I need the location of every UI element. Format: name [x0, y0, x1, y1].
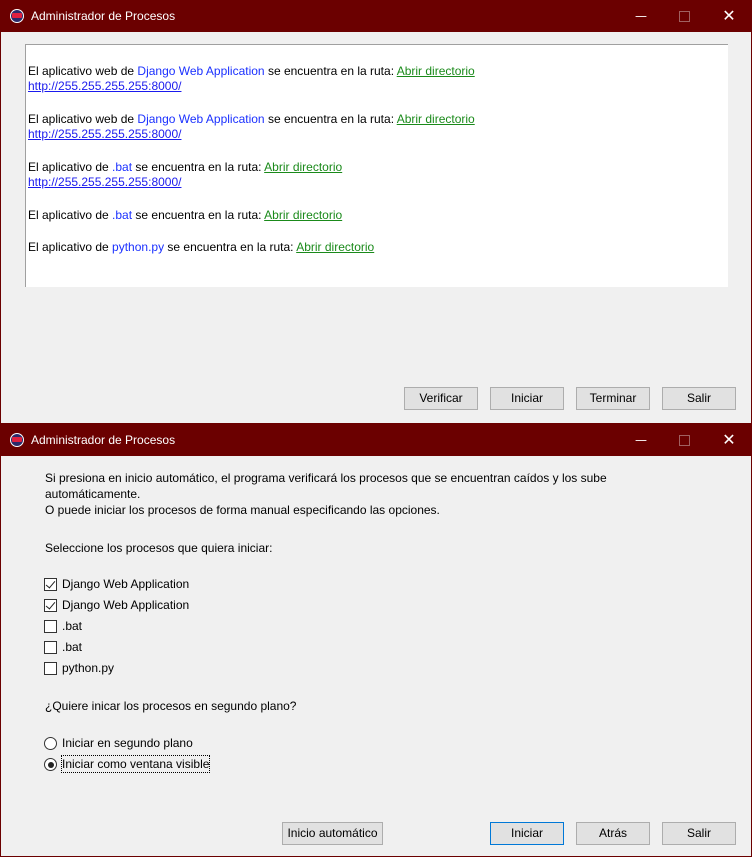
process-label: .bat — [62, 619, 83, 633]
log-text: se encuentra en la ruta: — [132, 208, 265, 222]
title-bar[interactable]: Administrador de Procesos — ✕ — [1, 424, 751, 456]
minimize-icon[interactable]: — — [618, 424, 664, 456]
url-link[interactable]: http://255.255.255.255:8000/ — [28, 79, 475, 94]
log-entry: El aplicativo web de Django Web Applicat… — [28, 112, 475, 142]
log-text: se encuentra en la ruta: — [264, 64, 397, 78]
app-logo-icon — [10, 9, 24, 23]
process-label: .bat — [62, 640, 83, 654]
radio-label: Iniciar como ventana visible — [60, 755, 211, 773]
open-directory-link[interactable]: Abrir directorio — [296, 240, 374, 254]
process-log-panel: El aplicativo web de Django Web Applicat… — [25, 44, 728, 287]
intro-text: automáticamente. — [45, 487, 141, 501]
app-name: .bat — [112, 208, 133, 222]
title-bar[interactable]: Administrador de Procesos — ✕ — [1, 0, 751, 32]
process-label: Django Web Application — [62, 598, 190, 612]
process-checkbox[interactable] — [44, 578, 57, 591]
intro-text: Si presiona en inicio automático, el pro… — [45, 471, 607, 485]
start-button[interactable]: Iniciar — [490, 822, 564, 845]
close-icon[interactable]: ✕ — [706, 0, 752, 32]
process-checkbox[interactable] — [44, 620, 57, 633]
app-name: Django Web Application — [137, 64, 265, 78]
background-question: ¿Quiere inicar los procesos en segundo p… — [45, 699, 297, 713]
open-directory-link[interactable]: Abrir directorio — [397, 112, 475, 126]
maximize-icon — [661, 0, 707, 32]
process-checkbox[interactable] — [44, 599, 57, 612]
window-title: Administrador de Procesos — [31, 433, 176, 447]
window-title: Administrador de Procesos — [31, 9, 176, 23]
log-text: se encuentra en la ruta: — [164, 240, 297, 254]
open-directory-link[interactable]: Abrir directorio — [264, 160, 342, 174]
background-radio[interactable] — [44, 737, 57, 750]
log-text: El aplicativo de — [28, 240, 113, 254]
app-logo-icon — [10, 433, 24, 447]
back-button[interactable]: Atrás — [576, 822, 650, 845]
log-text: se encuentra en la ruta: — [132, 160, 265, 174]
app-name: Django Web Application — [137, 112, 265, 126]
process-label: python.py — [62, 661, 115, 675]
process-checkbox[interactable] — [44, 662, 57, 675]
auto-start-button[interactable]: Inicio automático — [282, 822, 383, 845]
process-checkbox[interactable] — [44, 641, 57, 654]
log-entry: El aplicativo de .bat se encuentra en la… — [28, 160, 342, 190]
start-processes-window: Administrador de Procesos — ✕ Si presion… — [0, 424, 752, 857]
log-text: El aplicativo de — [28, 208, 113, 222]
minimize-icon[interactable]: — — [618, 0, 664, 32]
url-link[interactable]: http://255.255.255.255:8000/ — [28, 127, 475, 142]
select-prompt: Seleccione los procesos que quiera inici… — [45, 541, 273, 555]
log-text: El aplicativo de — [28, 160, 113, 174]
app-name: .bat — [112, 160, 133, 174]
verify-button[interactable]: Verificar — [404, 387, 478, 410]
url-link[interactable]: http://255.255.255.255:8000/ — [28, 175, 342, 190]
intro-text: O puede iniciar los procesos de forma ma… — [45, 503, 440, 517]
process-label: Django Web Application — [62, 577, 190, 591]
log-entry: El aplicativo web de Django Web Applicat… — [28, 64, 475, 94]
log-text: El aplicativo web de — [28, 112, 138, 126]
maximize-icon — [661, 424, 707, 456]
terminate-button[interactable]: Terminar — [576, 387, 650, 410]
open-directory-link[interactable]: Abrir directorio — [264, 208, 342, 222]
close-icon[interactable]: ✕ — [706, 424, 752, 456]
app-name: python.py — [112, 240, 165, 254]
open-directory-link[interactable]: Abrir directorio — [397, 64, 475, 78]
exit-button[interactable]: Salir — [662, 387, 736, 410]
process-log-window: Administrador de Procesos — ✕ El aplicat… — [0, 0, 752, 424]
log-text: se encuentra en la ruta: — [264, 112, 397, 126]
visible-window-radio[interactable] — [44, 758, 57, 771]
exit-button[interactable]: Salir — [662, 822, 736, 845]
start-button[interactable]: Iniciar — [490, 387, 564, 410]
radio-label: Iniciar en segundo plano — [62, 736, 193, 750]
log-text: El aplicativo web de — [28, 64, 138, 78]
log-entry: El aplicativo de .bat se encuentra en la… — [28, 208, 342, 223]
log-entry: El aplicativo de python.py se encuentra … — [28, 240, 374, 255]
